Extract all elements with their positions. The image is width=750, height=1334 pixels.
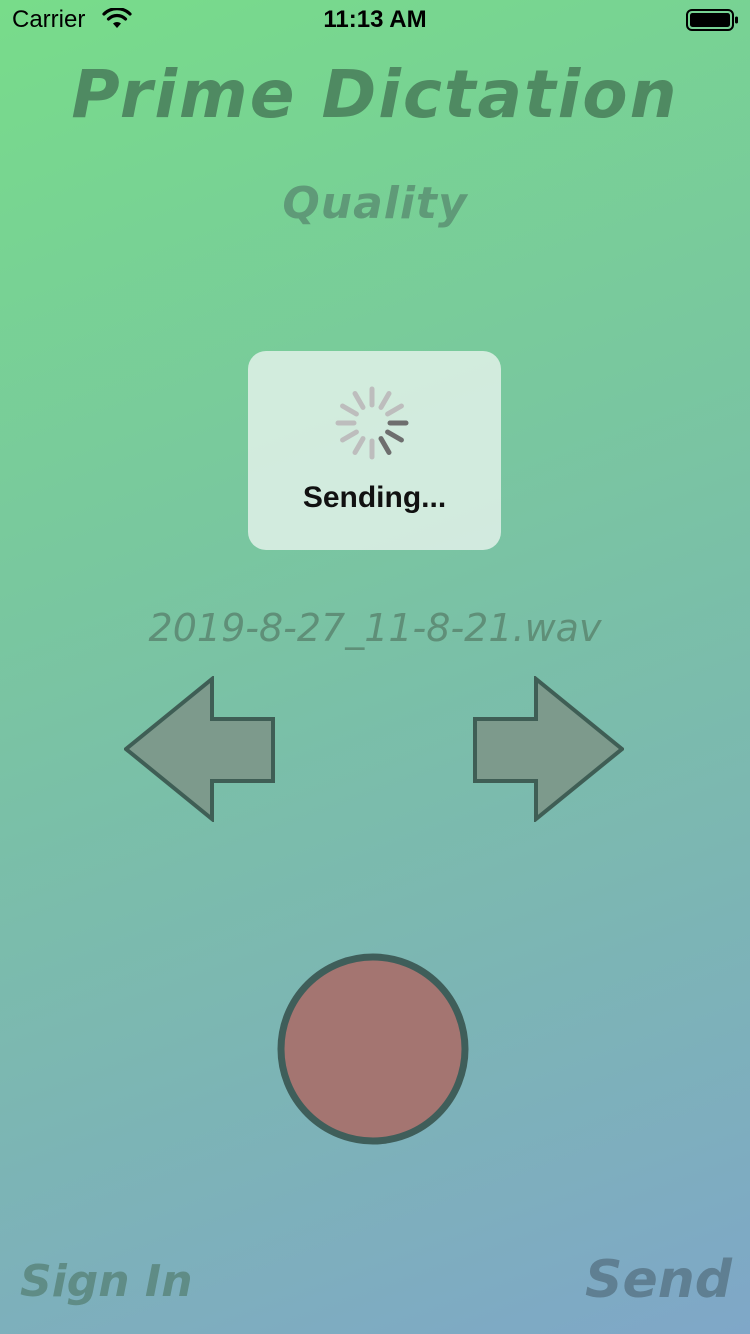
record-icon[interactable]: [276, 952, 470, 1146]
spinner-spoke: [352, 436, 366, 455]
spinner-spoke: [378, 391, 392, 410]
hud-label: Sending...: [302, 481, 447, 514]
sign-in-button[interactable]: Sign In: [20, 1256, 193, 1307]
status-bar: Carrier 11:13 AM: [0, 0, 750, 40]
spinner-spoke: [385, 403, 404, 417]
arrow-right-icon[interactable]: [472, 676, 624, 822]
status-time: 11:13 AM: [323, 6, 427, 33]
app-title: Prime Dictation: [71, 56, 679, 133]
spinner-spoke: [385, 429, 404, 443]
arrow-left-icon[interactable]: [124, 676, 276, 822]
spinner-spoke: [340, 403, 359, 417]
spinner-spoke: [378, 436, 392, 455]
spinner-spoke: [352, 391, 366, 410]
quality-button[interactable]: Quality: [0, 178, 750, 229]
battery-icon: [686, 9, 738, 31]
app-screen: Carrier 11:13 AM Prime Dictation Quality…: [0, 0, 750, 1334]
recording-filename: 2019-8-27_11-8-21.wav: [148, 606, 602, 650]
send-button[interactable]: Send: [585, 1250, 732, 1310]
spinner-spoke: [340, 429, 359, 443]
spinner-icon: [335, 386, 409, 460]
sending-hud: Sending...: [248, 351, 501, 550]
